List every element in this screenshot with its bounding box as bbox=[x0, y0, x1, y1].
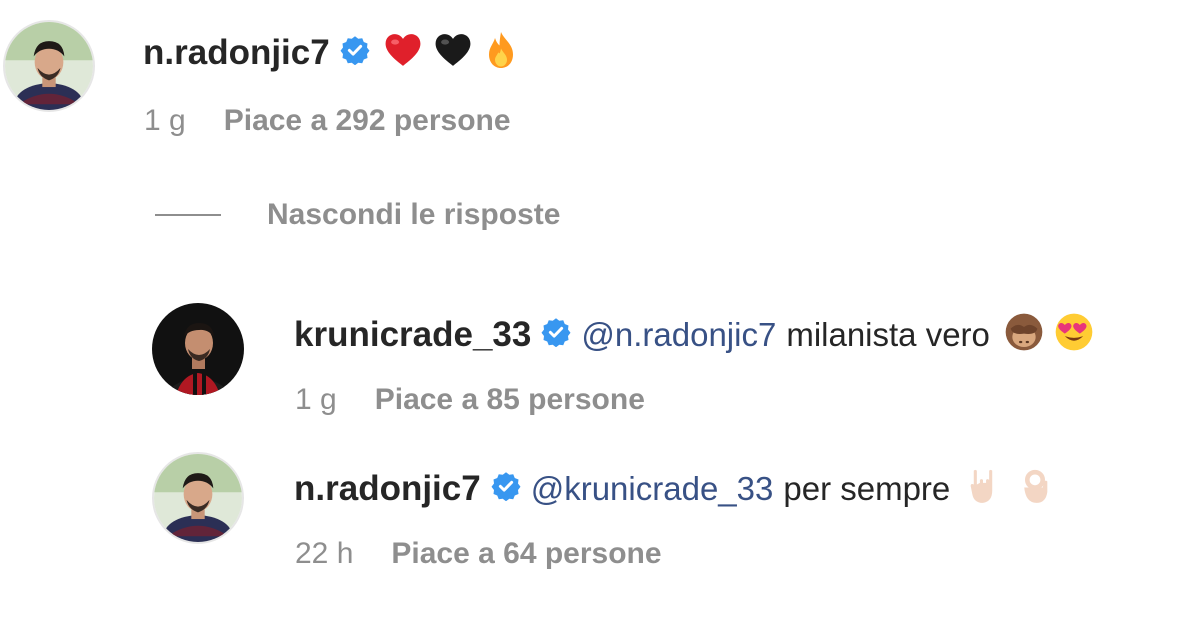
comment-time: 22 h bbox=[295, 537, 354, 570]
avatar[interactable] bbox=[3, 20, 95, 112]
verified-badge-icon bbox=[340, 35, 370, 70]
hide-replies-label: Nascondi le risposte bbox=[267, 198, 561, 231]
divider-line bbox=[155, 214, 221, 216]
see-no-evil-monkey-emoji-icon bbox=[1004, 312, 1044, 357]
verified-badge-icon bbox=[491, 471, 521, 506]
comment-text: milanista vero bbox=[786, 315, 990, 353]
username[interactable]: n.radonjic7 bbox=[294, 469, 481, 509]
avatar[interactable] bbox=[152, 303, 244, 395]
mention-link[interactable]: @n.radonjic7 bbox=[581, 316, 776, 354]
profile-photo bbox=[5, 22, 93, 110]
comment-time: 1 g bbox=[144, 104, 186, 137]
ok-hand-emoji-icon bbox=[1016, 466, 1054, 511]
heart-eyes-emoji-icon bbox=[1054, 312, 1094, 357]
comment-text: per sempre bbox=[783, 469, 951, 507]
mention-link[interactable]: @krunicrade_33 bbox=[531, 470, 774, 508]
profile-photo bbox=[154, 454, 242, 542]
username[interactable]: n.radonjic7 bbox=[143, 33, 330, 73]
hide-replies-button[interactable]: Nascondi le risposte bbox=[155, 198, 560, 232]
rock-on-hand-emoji-icon bbox=[964, 466, 1002, 511]
fire-emoji-icon bbox=[486, 30, 516, 75]
comment-time: 1 g bbox=[295, 383, 337, 416]
likes-count-button[interactable]: Piace a 64 persone bbox=[391, 537, 661, 571]
red-heart-emoji-icon bbox=[384, 32, 422, 73]
avatar[interactable] bbox=[152, 452, 244, 544]
black-heart-emoji-icon bbox=[434, 32, 472, 73]
verified-badge-icon bbox=[541, 317, 571, 352]
username[interactable]: krunicrade_33 bbox=[294, 315, 531, 355]
likes-count-button[interactable]: Piace a 85 persone bbox=[375, 383, 645, 417]
likes-count-button[interactable]: Piace a 292 persone bbox=[224, 104, 511, 138]
profile-photo bbox=[152, 303, 244, 395]
